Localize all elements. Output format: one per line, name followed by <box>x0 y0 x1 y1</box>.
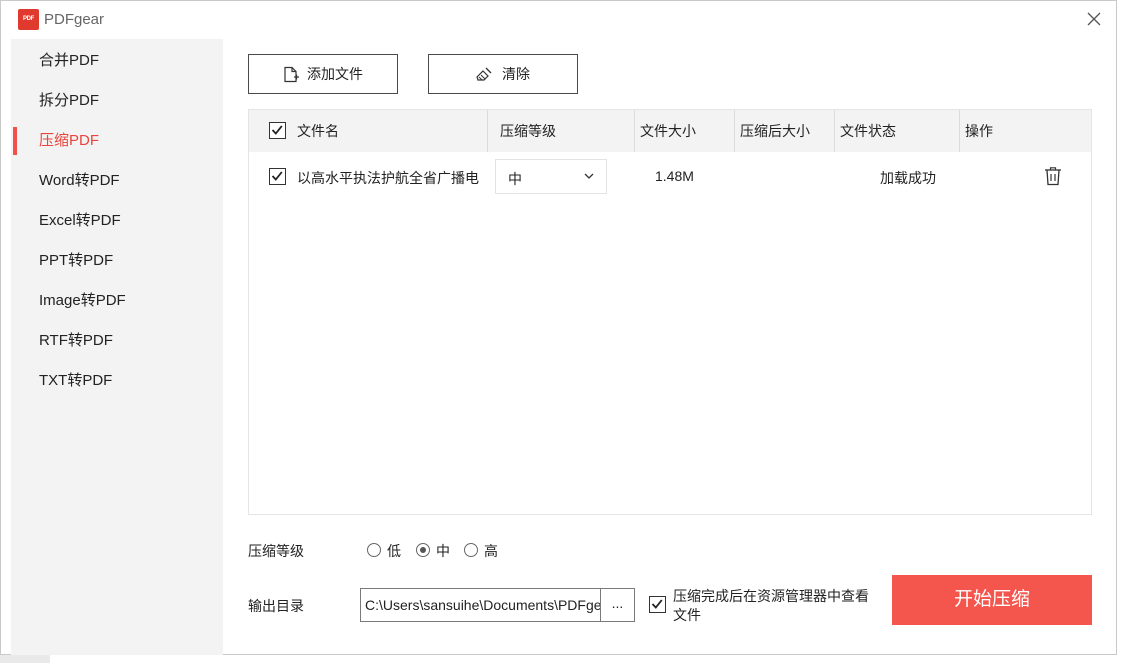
radio-medium-label: 中 <box>436 543 450 559</box>
header-file-status: 文件状态 <box>840 123 896 139</box>
clear-label: 清除 <box>502 66 530 82</box>
open-after-label: 压缩完成后在资源管理器中查看文件 <box>673 588 869 623</box>
app-logo: PDF <box>18 9 39 30</box>
header-file-name: 文件名 <box>297 123 339 139</box>
clear-button[interactable]: 清除 <box>428 54 578 94</box>
sidebar-item-word-to-pdf[interactable]: Word转PDF <box>11 161 223 201</box>
header-action: 操作 <box>965 123 993 139</box>
broom-icon <box>476 67 492 81</box>
header-divider <box>734 110 735 152</box>
add-file-icon <box>284 66 299 82</box>
sidebar-item-image-to-pdf[interactable]: Image转PDF <box>11 281 223 321</box>
add-file-label: 添加文件 <box>307 66 363 82</box>
row-compression-value: 中 <box>508 171 522 187</box>
open-after-checkbox[interactable] <box>649 596 666 613</box>
delete-row-button[interactable] <box>1044 166 1062 189</box>
chevron-down-icon <box>584 173 594 179</box>
sidebar-item-ppt-to-pdf[interactable]: PPT转PDF <box>11 241 223 281</box>
select-all-checkbox[interactable] <box>269 122 286 139</box>
radio-low[interactable] <box>367 543 381 557</box>
sidebar-item-excel-to-pdf[interactable]: Excel转PDF <box>11 201 223 241</box>
table-header: 文件名 压缩等级 文件大小 压缩后大小 文件状态 操作 <box>249 110 1091 152</box>
taskbar-edge <box>0 655 50 663</box>
add-file-button[interactable]: 添加文件 <box>248 54 398 94</box>
row-file-name: 以高水平执法护航全省广播电 <box>297 170 479 186</box>
row-checkbox[interactable] <box>269 168 286 185</box>
app-title: PDFgear <box>44 11 105 28</box>
output-path-input[interactable] <box>360 588 601 622</box>
close-button[interactable] <box>1086 11 1102 27</box>
row-compression-select[interactable]: 中 <box>495 159 607 194</box>
header-divider <box>959 110 960 152</box>
check-icon <box>651 599 663 609</box>
header-divider <box>834 110 835 152</box>
file-table: 文件名 压缩等级 文件大小 压缩后大小 文件状态 操作 以高水平执法护航全省广播… <box>248 109 1092 515</box>
table-row: 以高水平执法护航全省广播电 中 1.48M 加载成功 <box>249 152 1091 202</box>
browse-button[interactable]: ... <box>600 588 635 622</box>
app-window: PDF PDFgear 合并PDF 拆分PDF 压缩PDF Word转PDF E… <box>0 0 1117 655</box>
header-compression-level: 压缩等级 <box>500 123 556 139</box>
close-icon <box>1087 12 1101 26</box>
row-file-size: 1.48M <box>655 168 694 184</box>
header-compressed-size: 压缩后大小 <box>740 123 810 139</box>
sidebar-item-txt-to-pdf[interactable]: TXT转PDF <box>11 361 223 401</box>
trash-icon <box>1045 167 1061 186</box>
header-divider <box>487 110 488 152</box>
sidebar-item-merge-pdf[interactable]: 合并PDF <box>11 41 223 81</box>
start-compress-button[interactable]: 开始压缩 <box>892 575 1092 625</box>
radio-high[interactable] <box>464 543 478 557</box>
sidebar-item-rtf-to-pdf[interactable]: RTF转PDF <box>11 321 223 361</box>
radio-high-label: 高 <box>484 543 498 559</box>
radio-low-label: 低 <box>387 543 401 559</box>
sidebar: 合并PDF 拆分PDF 压缩PDF Word转PDF Excel转PDF PPT… <box>11 39 223 655</box>
header-divider <box>634 110 635 152</box>
check-icon <box>271 171 283 181</box>
title-bar: PDF PDFgear <box>1 1 1116 39</box>
sidebar-item-split-pdf[interactable]: 拆分PDF <box>11 81 223 121</box>
sidebar-item-compress-pdf[interactable]: 压缩PDF <box>11 121 223 161</box>
row-file-status: 加载成功 <box>880 170 936 186</box>
compression-level-label: 压缩等级 <box>248 543 304 559</box>
header-file-size: 文件大小 <box>640 123 696 139</box>
output-dir-label: 输出目录 <box>248 598 304 614</box>
radio-medium[interactable] <box>416 543 430 557</box>
check-icon <box>271 125 283 135</box>
